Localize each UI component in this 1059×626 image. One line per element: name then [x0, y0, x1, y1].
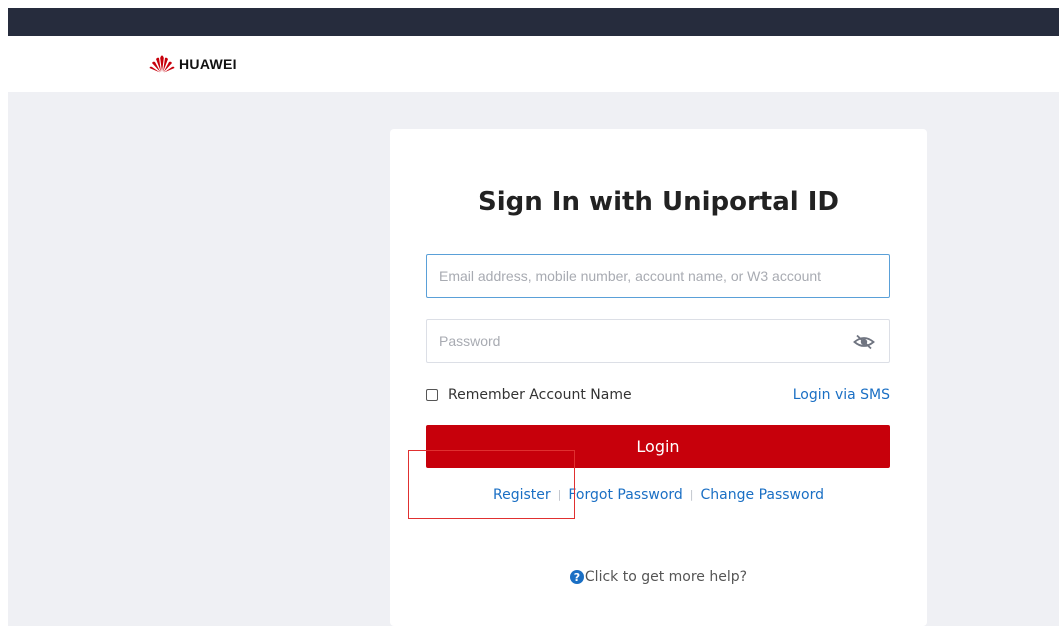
forgot-password-link[interactable]: Forgot Password: [568, 487, 682, 503]
login-card: Sign In with Uniportal ID Remember Accou…: [390, 129, 927, 626]
password-field: [426, 319, 890, 363]
link-separator: |: [689, 488, 694, 501]
top-bar: [8, 8, 1059, 36]
account-field: [426, 254, 890, 298]
huawei-flower-logo-icon: [149, 55, 175, 73]
login-via-sms-link[interactable]: Login via SMS: [793, 387, 890, 403]
page-title: Sign In with Uniportal ID: [478, 187, 839, 217]
remember-label: Remember Account Name: [448, 387, 632, 403]
eye-hidden-icon[interactable]: [853, 333, 875, 351]
account-input[interactable]: [427, 255, 889, 297]
register-link[interactable]: Register: [493, 487, 551, 503]
change-password-link[interactable]: Change Password: [701, 487, 824, 503]
options-row: Remember Account Name Login via SMS: [426, 385, 890, 405]
password-input[interactable]: [427, 320, 889, 362]
link-separator: |: [557, 488, 562, 501]
remember-account[interactable]: Remember Account Name: [426, 387, 632, 403]
help-icon: ?: [569, 570, 584, 584]
help-link[interactable]: ? Click to get more help?: [390, 569, 927, 585]
brand-name: HUAWEI: [179, 56, 237, 72]
header: HUAWEI: [8, 36, 1059, 92]
login-button[interactable]: Login: [426, 425, 890, 468]
account-links: Register | Forgot Password | Change Password: [390, 487, 927, 503]
main-content: Sign In with Uniportal ID Remember Accou…: [8, 92, 1059, 626]
page: HUAWEI Sign In with Uniportal ID Remembe: [0, 0, 1059, 626]
help-text: Click to get more help?: [584, 569, 748, 585]
brand-logo[interactable]: HUAWEI: [149, 54, 237, 74]
remember-checkbox[interactable]: [426, 389, 438, 401]
